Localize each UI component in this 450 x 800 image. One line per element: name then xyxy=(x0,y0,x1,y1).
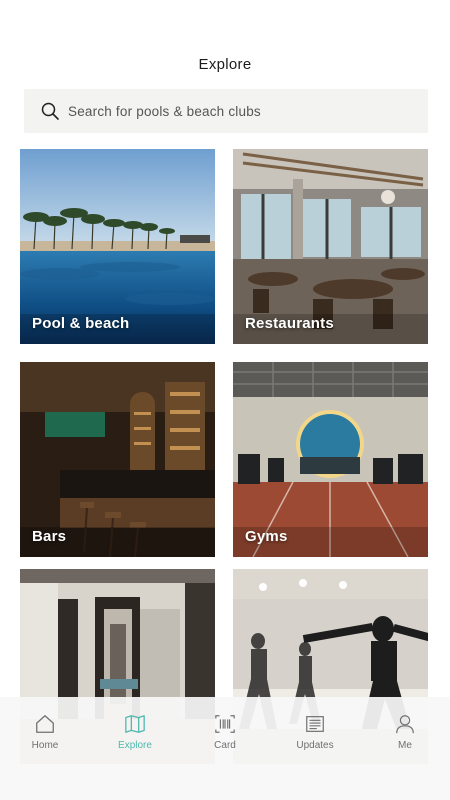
tab-updates[interactable]: Updates xyxy=(270,697,360,800)
bottom-tab-bar: Home Explore Card Updates Me xyxy=(0,697,450,800)
tab-label: Card xyxy=(214,740,236,751)
category-tile-pool-beach[interactable]: Pool & beach xyxy=(20,149,215,344)
category-tile-bars[interactable]: Bars xyxy=(20,362,215,557)
header: Explore xyxy=(0,0,450,88)
tab-label: Updates xyxy=(296,740,334,751)
page-title: Explore xyxy=(198,56,252,73)
search-placeholder: Search for pools & beach clubs xyxy=(68,103,261,119)
tab-explore[interactable]: Explore xyxy=(90,697,180,800)
category-label: Bars xyxy=(32,528,67,545)
tab-label: Explore xyxy=(118,740,152,751)
tab-home[interactable]: Home xyxy=(0,697,90,800)
category-label: Gyms xyxy=(245,528,288,545)
home-icon xyxy=(36,715,54,733)
tab-card[interactable]: Card xyxy=(180,697,270,800)
barcode-icon xyxy=(215,715,235,733)
news-icon xyxy=(306,716,324,732)
tab-me[interactable]: Me xyxy=(360,697,450,800)
category-label: Pool & beach xyxy=(32,315,130,332)
category-tile-gyms[interactable]: Gyms xyxy=(233,362,428,557)
search-icon xyxy=(40,101,60,121)
user-icon xyxy=(396,715,414,734)
map-icon xyxy=(125,715,145,733)
search-bar[interactable]: Search for pools & beach clubs xyxy=(24,89,428,133)
tab-label: Home xyxy=(31,740,59,751)
tab-label: Me xyxy=(398,740,412,751)
category-label: Restaurants xyxy=(245,315,334,332)
category-tile-restaurants[interactable]: Restaurants xyxy=(233,149,428,344)
